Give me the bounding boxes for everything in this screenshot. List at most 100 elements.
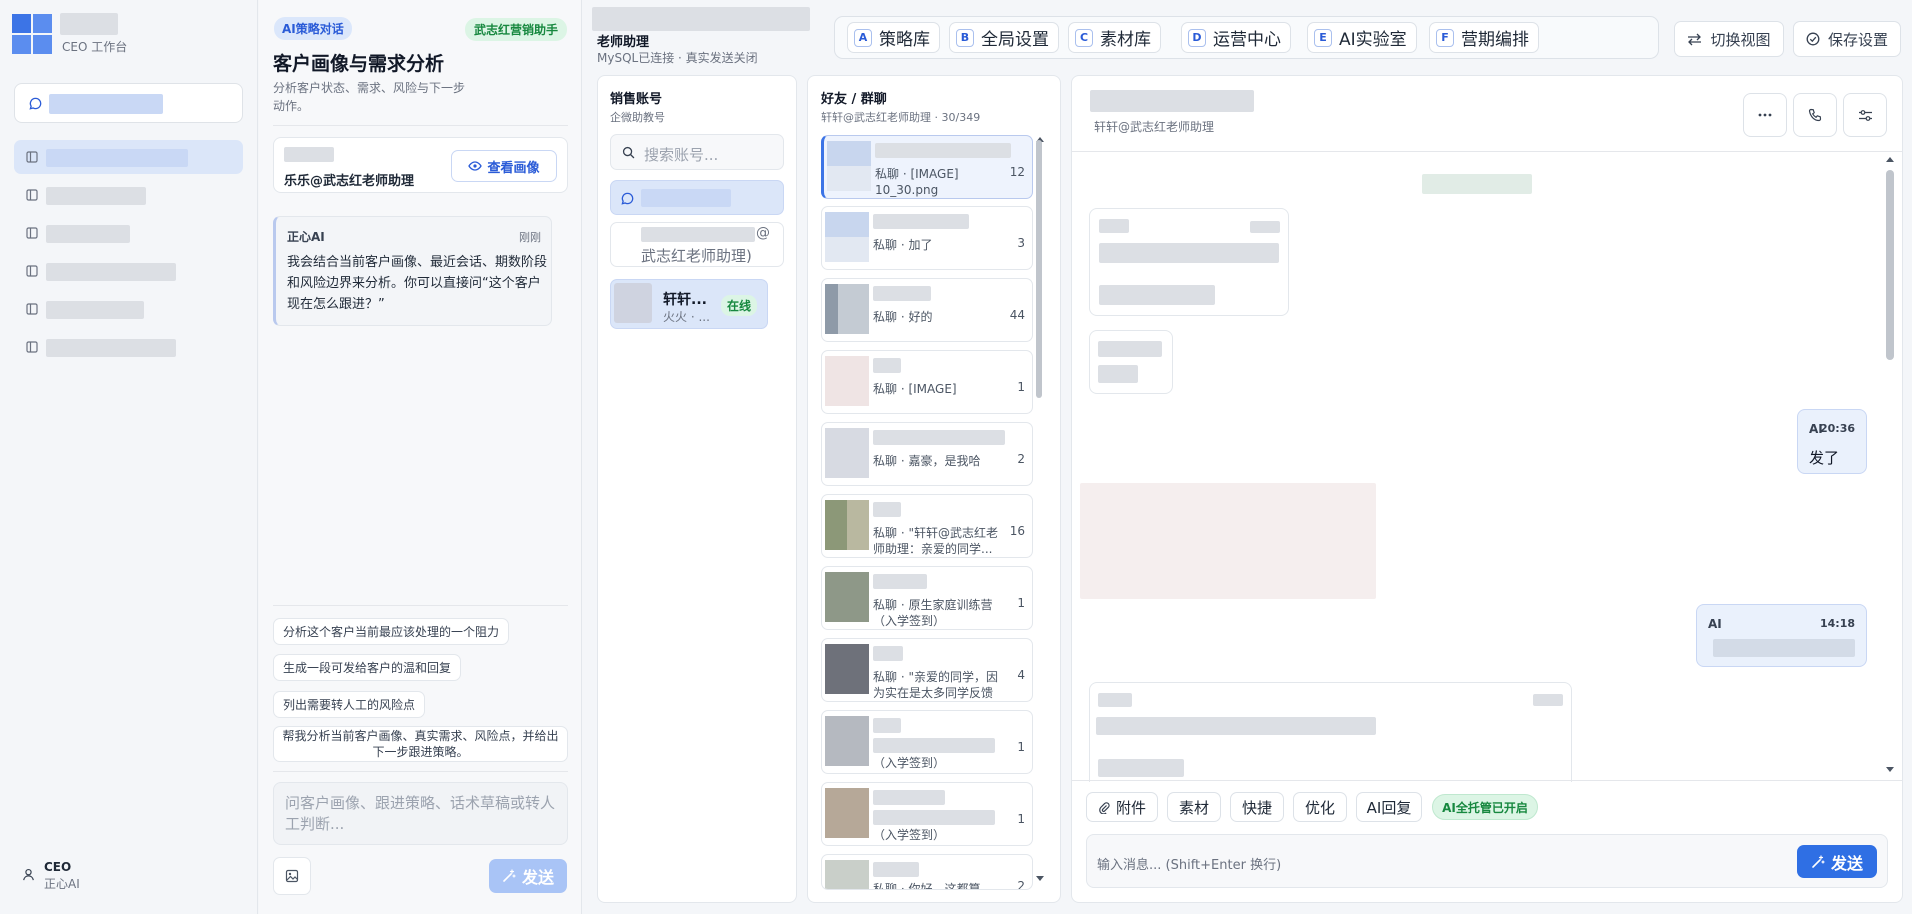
friend-item[interactable]: 私聊 · 嘉豪，是我哈 2	[821, 422, 1033, 486]
tab-label: AI实验室	[1339, 30, 1407, 50]
sidebar-item-5[interactable]	[14, 292, 243, 326]
friend-name	[873, 646, 903, 661]
friend-preview: 私聊 · 好的	[873, 310, 933, 324]
friend-preview: 私聊 · 你好，这都算，课...	[873, 882, 993, 890]
switch-view-button[interactable]: 切换视图	[1674, 21, 1784, 57]
friend-item[interactable]: 私聊 · [IMAGE] 1	[821, 350, 1033, 414]
unread-count: 2	[1017, 452, 1025, 466]
ai-question-input[interactable]: 问客户画像、跟进策略、话术草稿或转人工判断...	[273, 782, 568, 845]
switch-view-label: 切换视图	[1710, 30, 1771, 49]
friend-avatar	[825, 788, 869, 838]
chat-scrollbar[interactable]	[1886, 170, 1894, 360]
sidebar-item-6[interactable]	[14, 330, 243, 364]
account-name: 轩轩...	[663, 292, 707, 308]
friend-preview: 私聊 · 加了	[873, 238, 933, 252]
save-settings-button[interactable]: 保存设置	[1793, 21, 1901, 57]
quick-reply-button[interactable]: 快捷	[1230, 792, 1284, 822]
friend-item[interactable]: 私聊 · "亲爱的同学，因为实在是太多同学反馈没... 4	[821, 638, 1033, 702]
send-message-button[interactable]: 发送	[1797, 845, 1877, 878]
unread-count: 1	[1017, 380, 1025, 394]
chat-input-placeholder: 输入消息... (Shift+Enter 换行)	[1097, 858, 1282, 873]
account-search-input[interactable]: 搜索账号...	[610, 134, 784, 170]
tab-key: F	[1436, 28, 1454, 47]
sidebar-item-label	[46, 225, 130, 243]
friend-avatar	[827, 141, 871, 191]
image-message[interactable]	[1080, 483, 1376, 599]
message-text	[1099, 243, 1279, 263]
sidebar-item-1[interactable]	[14, 140, 243, 174]
accounts-subtitle: 企微助教号	[610, 111, 665, 124]
chat-settings-button[interactable]	[1843, 93, 1887, 137]
unread-count: 44	[1009, 308, 1025, 322]
chat-icon	[621, 192, 634, 205]
sidebar: CEO 工作台 CEO 正心AI	[0, 0, 258, 914]
friend-name	[873, 502, 901, 517]
friend-preview-blurred	[873, 810, 995, 825]
scroll-down-icon[interactable]	[1886, 767, 1894, 773]
friend-preview: 私聊 · [IMAGE]	[873, 382, 957, 396]
ai-strategy-tag: AI策略对话	[274, 17, 352, 40]
divider	[273, 125, 568, 126]
material-button[interactable]: 素材	[1167, 792, 1221, 822]
quick-prompt[interactable]: 分析这个客户当前最应该处理的一个阻力	[273, 618, 510, 645]
friend-item[interactable]: 私聊 · 加了 3	[821, 206, 1033, 270]
account-subtitle: 火火 · ...	[663, 310, 710, 324]
scroll-down-icon[interactable]	[1036, 876, 1044, 882]
friends-scrollbar[interactable]	[1036, 140, 1042, 398]
friend-item[interactable]: （入学签到） 1	[821, 782, 1033, 846]
tab-campaign-scheduling[interactable]: F 营期编排	[1429, 22, 1539, 53]
tab-ai-lab[interactable]: E AI实验室	[1307, 22, 1417, 53]
scroll-up-icon[interactable]	[1886, 156, 1894, 162]
message-time	[1250, 221, 1280, 233]
call-button[interactable]	[1793, 93, 1837, 137]
more-button[interactable]	[1743, 93, 1787, 137]
search-icon	[622, 146, 635, 159]
sidebar-item-3[interactable]	[14, 216, 243, 250]
attachment-button[interactable]: 附件	[1086, 792, 1158, 822]
chat-contact-name	[1090, 90, 1254, 112]
sidebar-item-label	[46, 301, 144, 319]
quick-prompt[interactable]: 帮我分析当前客户画像、真实需求、风险点，并给出下一步跟进策略。	[273, 726, 568, 762]
sidebar-chat-button[interactable]	[14, 83, 243, 123]
tab-key: E	[1314, 28, 1332, 47]
tab-material-library[interactable]: C 素材库	[1068, 22, 1161, 53]
account-item-active[interactable]: 轩轩... 火火 · ... 在线	[610, 279, 768, 329]
account-item[interactable]: @ 武志红老师助理)	[610, 222, 784, 267]
ai-send-label: 发送	[521, 868, 554, 887]
message-text: 发了	[1809, 449, 1840, 467]
view-profile-button[interactable]: 查看画像	[451, 150, 557, 182]
ai-send-button[interactable]: 发送	[489, 859, 567, 893]
ai-reply-button[interactable]: AI回复	[1356, 792, 1422, 822]
friend-item[interactable]: 私聊 · [IMAGE] 10_30.png 12	[821, 135, 1033, 199]
tab-key: B	[956, 28, 974, 47]
friend-item[interactable]: 私聊 · 原生家庭训练营（入学签到） 1	[821, 566, 1033, 630]
more-icon	[1758, 113, 1772, 117]
ai-takeover-status[interactable]: AI全托管已开启	[1432, 794, 1538, 820]
friend-avatar	[825, 860, 869, 889]
friend-item[interactable]: 私聊 · "轩轩@武志红老师助理：亲爱的同学... 16	[821, 494, 1033, 558]
friend-item[interactable]: 私聊 · 你好，这都算，课... 2	[821, 854, 1033, 890]
sidebar-item-2[interactable]	[14, 178, 243, 212]
unread-count: 1	[1017, 740, 1025, 754]
tab-global-settings[interactable]: B 全局设置	[949, 22, 1059, 53]
chat-message-input[interactable]: 输入消息... (Shift+Enter 换行)	[1086, 834, 1888, 888]
friend-item[interactable]: （入学签到） 1	[821, 710, 1033, 774]
tab-operations-center[interactable]: D 运营中心	[1181, 22, 1291, 53]
friend-name	[873, 214, 969, 229]
chat-subtitle: 轩轩@武志红老师助理	[1094, 120, 1215, 134]
friend-avatar	[825, 212, 869, 262]
account-item[interactable]	[610, 180, 784, 215]
friend-item[interactable]: 私聊 · 好的 44	[821, 278, 1033, 342]
panel-icon	[26, 303, 38, 315]
quick-prompt[interactable]: 列出需要转人工的风险点	[273, 691, 426, 718]
sidebar-item-label	[46, 149, 188, 167]
friend-avatar	[825, 356, 869, 406]
sidebar-item-label	[46, 187, 146, 205]
quick-prompt[interactable]: 生成一段可发给客户的温和回复	[273, 654, 462, 681]
tab-strategy-library[interactable]: A 策略库	[847, 22, 940, 53]
optimize-button[interactable]: 优化	[1293, 792, 1347, 822]
sidebar-item-4[interactable]	[14, 254, 243, 288]
image-upload-button[interactable]	[273, 857, 311, 895]
friend-name	[873, 718, 901, 733]
friends-title: 好友 / 群聊	[821, 92, 887, 107]
